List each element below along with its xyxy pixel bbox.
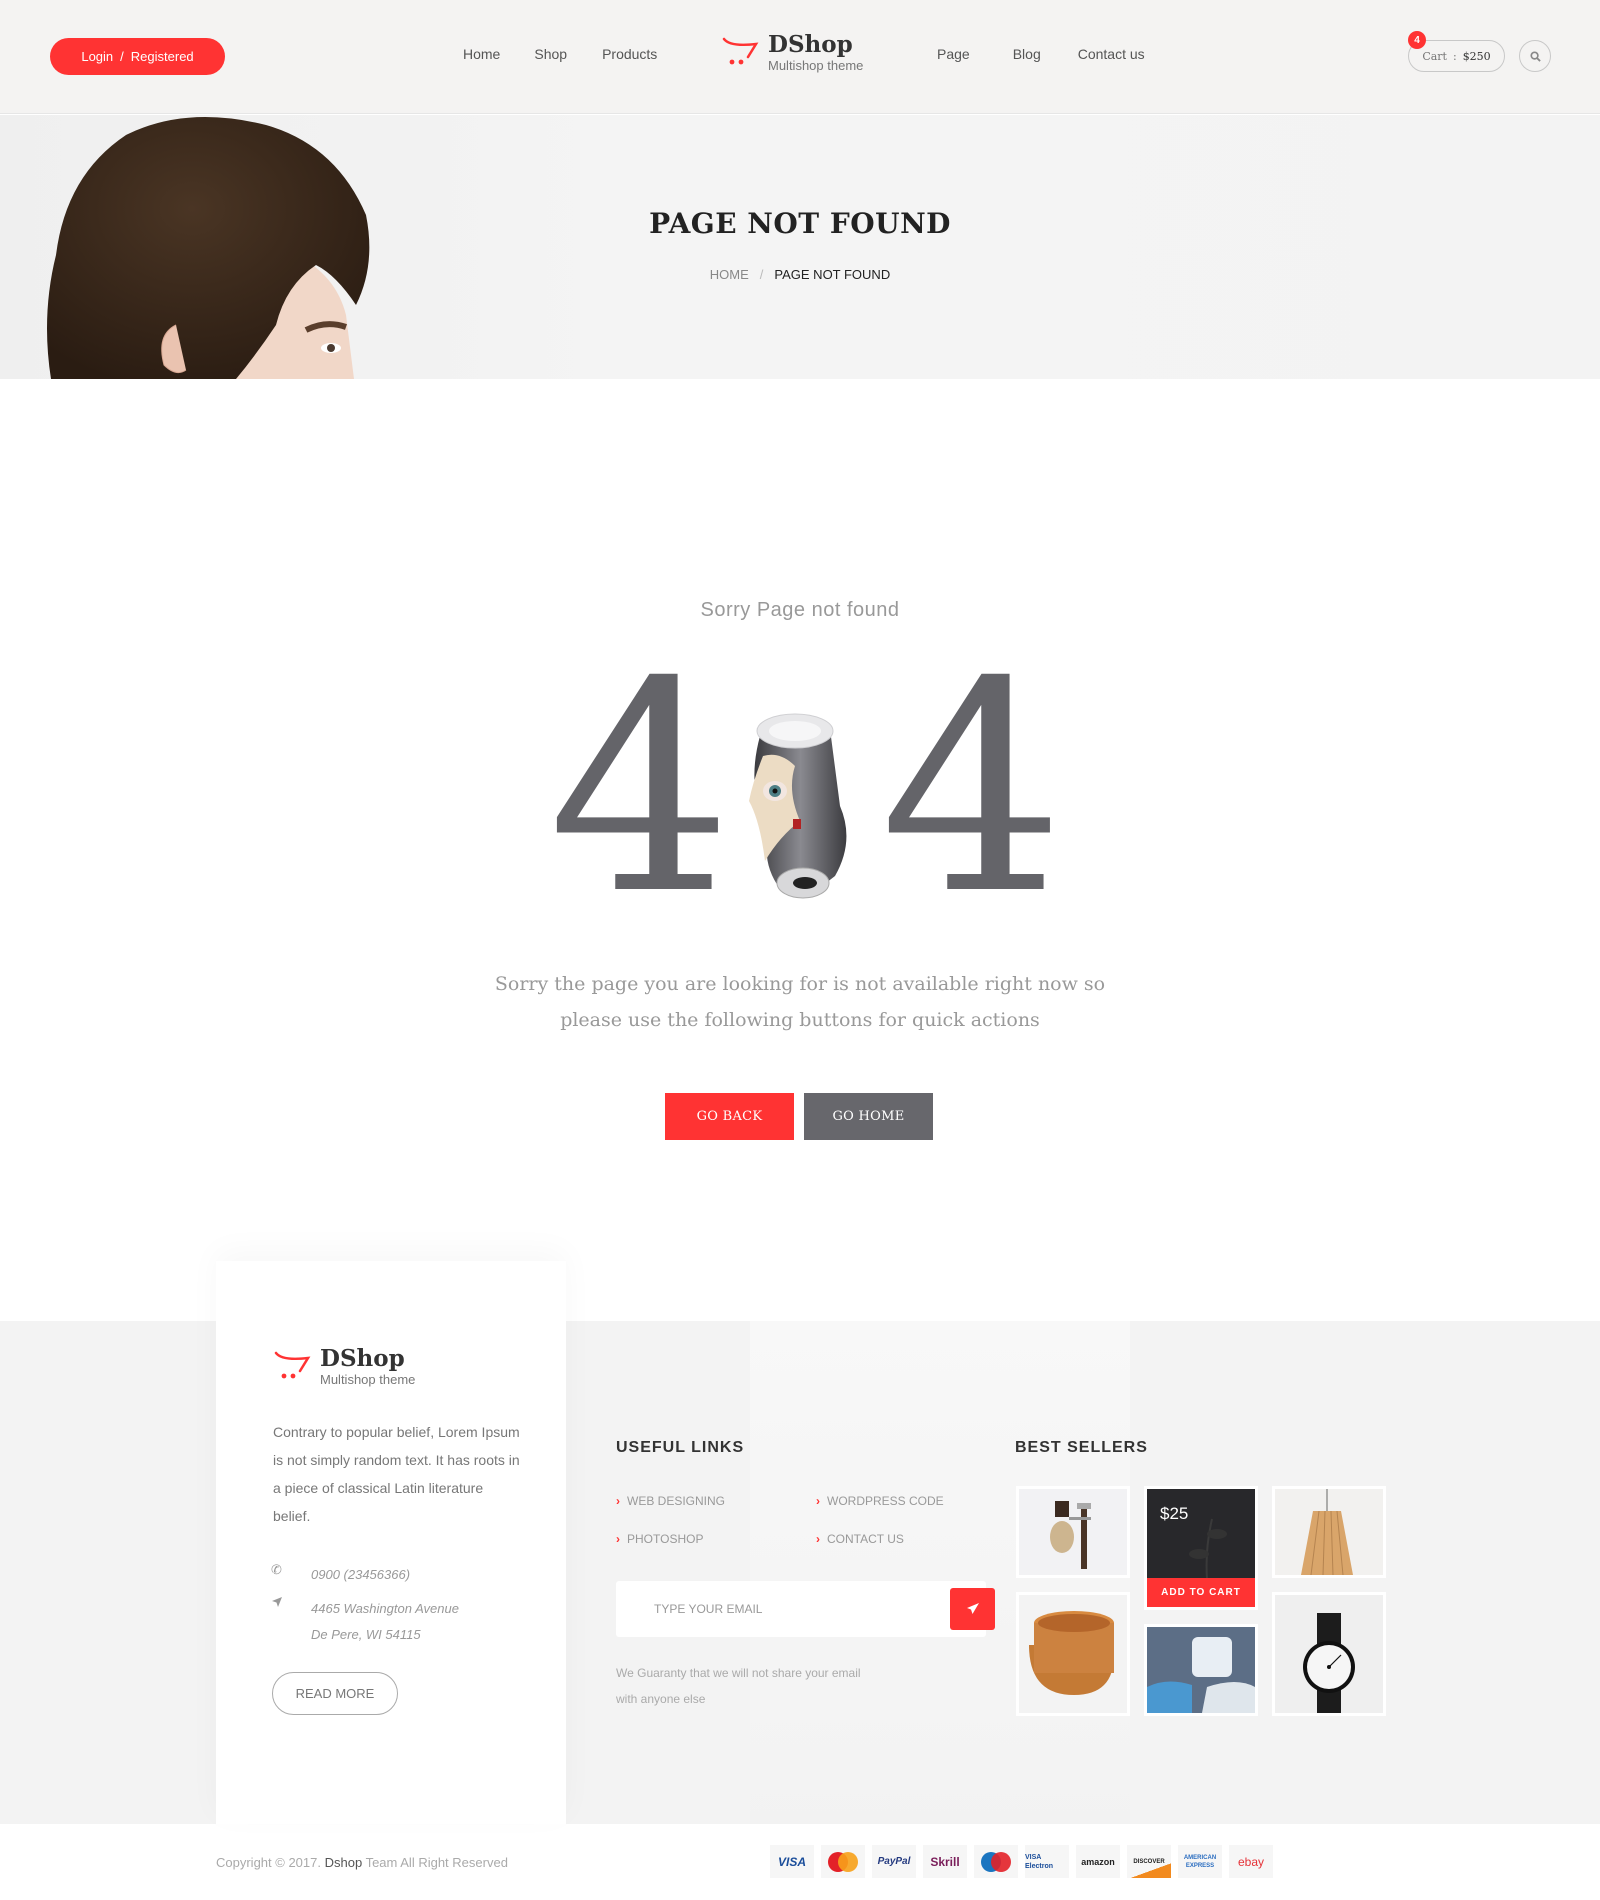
link-contact-us[interactable]: › CONTACT US	[816, 1532, 904, 1546]
visa-icon: VISA	[770, 1845, 814, 1878]
product-image	[1303, 1613, 1355, 1713]
discover-icon: DISCOVER	[1127, 1845, 1171, 1878]
ebay-icon: ebay	[1229, 1845, 1273, 1878]
copyright-suffix: Team All Right Reserved	[365, 1855, 508, 1870]
logo-name: DShop	[768, 31, 853, 58]
best-seller-featured[interactable]: $25 ADD TO CART	[1144, 1486, 1258, 1610]
link-wordpress-code[interactable]: › WORDPRESS CODE	[816, 1494, 944, 1508]
error-description-line-2: please use the following buttons for qui…	[560, 1009, 1040, 1031]
address-line-1: 4465 Washington Avenue	[311, 1601, 459, 1616]
phone-icon: ✆	[271, 1562, 282, 1577]
footer-logo-name: DShop	[320, 1345, 405, 1372]
site-logo[interactable]: DShop Multishop theme	[722, 33, 863, 73]
login-separator: /	[120, 49, 124, 64]
email-input[interactable]	[636, 1581, 936, 1637]
newsletter-form	[616, 1581, 995, 1637]
maestro-icon	[974, 1845, 1018, 1878]
copyright-prefix: Copyright © 2017.	[216, 1855, 321, 1870]
nav-products[interactable]: Products	[602, 46, 657, 62]
cart-total: $250	[1462, 49, 1491, 63]
product-image	[1029, 1611, 1114, 1695]
error-code-digit-left: 4	[548, 621, 733, 958]
best-seller-mugs[interactable]	[1144, 1624, 1258, 1716]
login-register-button[interactable]: Login / Registered	[50, 38, 225, 75]
cart-logo-icon	[274, 1347, 314, 1381]
cart-logo-icon	[722, 33, 762, 67]
copyright-brand[interactable]: Dshop	[325, 1855, 363, 1870]
best-seller-wooden-lamp[interactable]	[1272, 1486, 1386, 1578]
paper-plane-icon	[966, 1603, 979, 1614]
chevron-right-icon: ›	[616, 1532, 620, 1546]
chevron-right-icon: ›	[616, 1494, 620, 1508]
copyright-text: Copyright © 2017. Dshop Team All Right R…	[216, 1855, 508, 1870]
page-banner: PAGE NOT FOUND HOME / PAGE NOT FOUND	[0, 115, 1600, 379]
footer-logo[interactable]: DShop Multishop theme	[274, 1347, 415, 1387]
american-express-icon: AMERICAN EXPRESS	[1178, 1845, 1222, 1878]
site-header: Login / Registered Home Shop Products DS…	[0, 0, 1600, 114]
footer-logo-tagline: Multishop theme	[320, 1372, 416, 1387]
chevron-right-icon: ›	[816, 1494, 820, 1508]
nav-contact[interactable]: Contact us	[1078, 46, 1145, 62]
skrill-icon: Skrill	[923, 1845, 967, 1878]
product-image	[1147, 1637, 1255, 1713]
footer-address: 4465 Washington Avenue De Pere, WI 54115	[271, 1596, 459, 1648]
nav-blog[interactable]: Blog	[1013, 46, 1041, 62]
amazon-icon: amazon	[1076, 1845, 1120, 1878]
nav-home[interactable]: Home	[463, 46, 500, 62]
best-seller-shaving-set[interactable]	[1016, 1486, 1130, 1578]
cart-label: Cart	[1422, 49, 1447, 63]
error-description: Sorry the page you are looking for is no…	[0, 966, 1600, 1038]
useful-links-title: USEFUL LINKS	[616, 1439, 745, 1456]
footer-about-text: Contrary to popular belief, Lorem Ipsum …	[273, 1424, 520, 1524]
privacy-note: We Guaranty that we will not share your …	[616, 1660, 916, 1712]
breadcrumb: HOME / PAGE NOT FOUND	[0, 267, 1600, 282]
add-to-cart-button[interactable]: ADD TO CART	[1147, 1578, 1255, 1607]
login-link[interactable]: Login	[81, 49, 113, 64]
location-arrow-icon	[271, 1596, 311, 1648]
link-web-designing[interactable]: › WEB DESIGNING	[616, 1494, 725, 1508]
product-price: $25	[1160, 1504, 1189, 1523]
mastercard-icon	[821, 1845, 865, 1878]
payment-methods: VISA PayPal Skrill VISA Electron amazon …	[770, 1845, 1273, 1878]
paypal-icon: PayPal	[872, 1845, 916, 1878]
search-button[interactable]	[1519, 40, 1551, 72]
logo-tagline: Multishop theme	[768, 58, 864, 73]
best-sellers-title: BEST SELLERS	[1015, 1439, 1148, 1456]
product-image	[1050, 1501, 1091, 1569]
privacy-note-line-2: with anyone else	[616, 1692, 706, 1706]
error-description-line-1: Sorry the page you are looking for is no…	[494, 973, 1106, 995]
chevron-right-icon: ›	[816, 1532, 820, 1546]
cart-count-badge: 4	[1408, 31, 1426, 49]
breadcrumb-home[interactable]: HOME	[710, 267, 749, 282]
breadcrumb-current: PAGE NOT FOUND	[774, 267, 891, 282]
read-more-button[interactable]: READ MORE	[272, 1672, 398, 1715]
product-image	[1301, 1489, 1353, 1575]
banner-model-image	[47, 117, 370, 379]
search-icon	[1529, 50, 1541, 62]
main-nav-left: Home Shop Products	[463, 46, 657, 62]
footer-phone: ✆ 0900 (23456366)	[271, 1562, 410, 1588]
subscribe-button[interactable]	[950, 1588, 995, 1630]
best-seller-wooden-cup[interactable]	[1016, 1592, 1130, 1716]
visa-electron-icon: VISA Electron	[1025, 1845, 1069, 1878]
error-code-digit-right: 4	[880, 621, 1065, 958]
go-back-button[interactable]: GO BACK	[665, 1093, 794, 1140]
phone-number: 0900 (23456366)	[311, 1567, 411, 1582]
best-seller-wrist-watch[interactable]	[1272, 1592, 1386, 1716]
address-line-2: De Pere, WI 54115	[311, 1627, 421, 1642]
nav-shop[interactable]: Shop	[534, 46, 567, 62]
error-subtitle: Sorry Page not found	[700, 599, 900, 621]
link-photoshop[interactable]: › PHOTOSHOP	[616, 1532, 703, 1546]
go-home-button[interactable]: GO HOME	[804, 1093, 933, 1140]
page-title: PAGE NOT FOUND	[649, 207, 951, 240]
cart-separator: :	[1452, 49, 1457, 63]
crushed-can-image	[749, 713, 847, 899]
privacy-note-line-1: We Guaranty that we will not share your …	[616, 1666, 861, 1680]
register-link[interactable]: Registered	[131, 49, 194, 64]
main-nav-right: Page Blog Contact us	[937, 46, 1145, 62]
breadcrumb-separator: /	[759, 267, 764, 282]
nav-page[interactable]: Page	[937, 46, 970, 62]
